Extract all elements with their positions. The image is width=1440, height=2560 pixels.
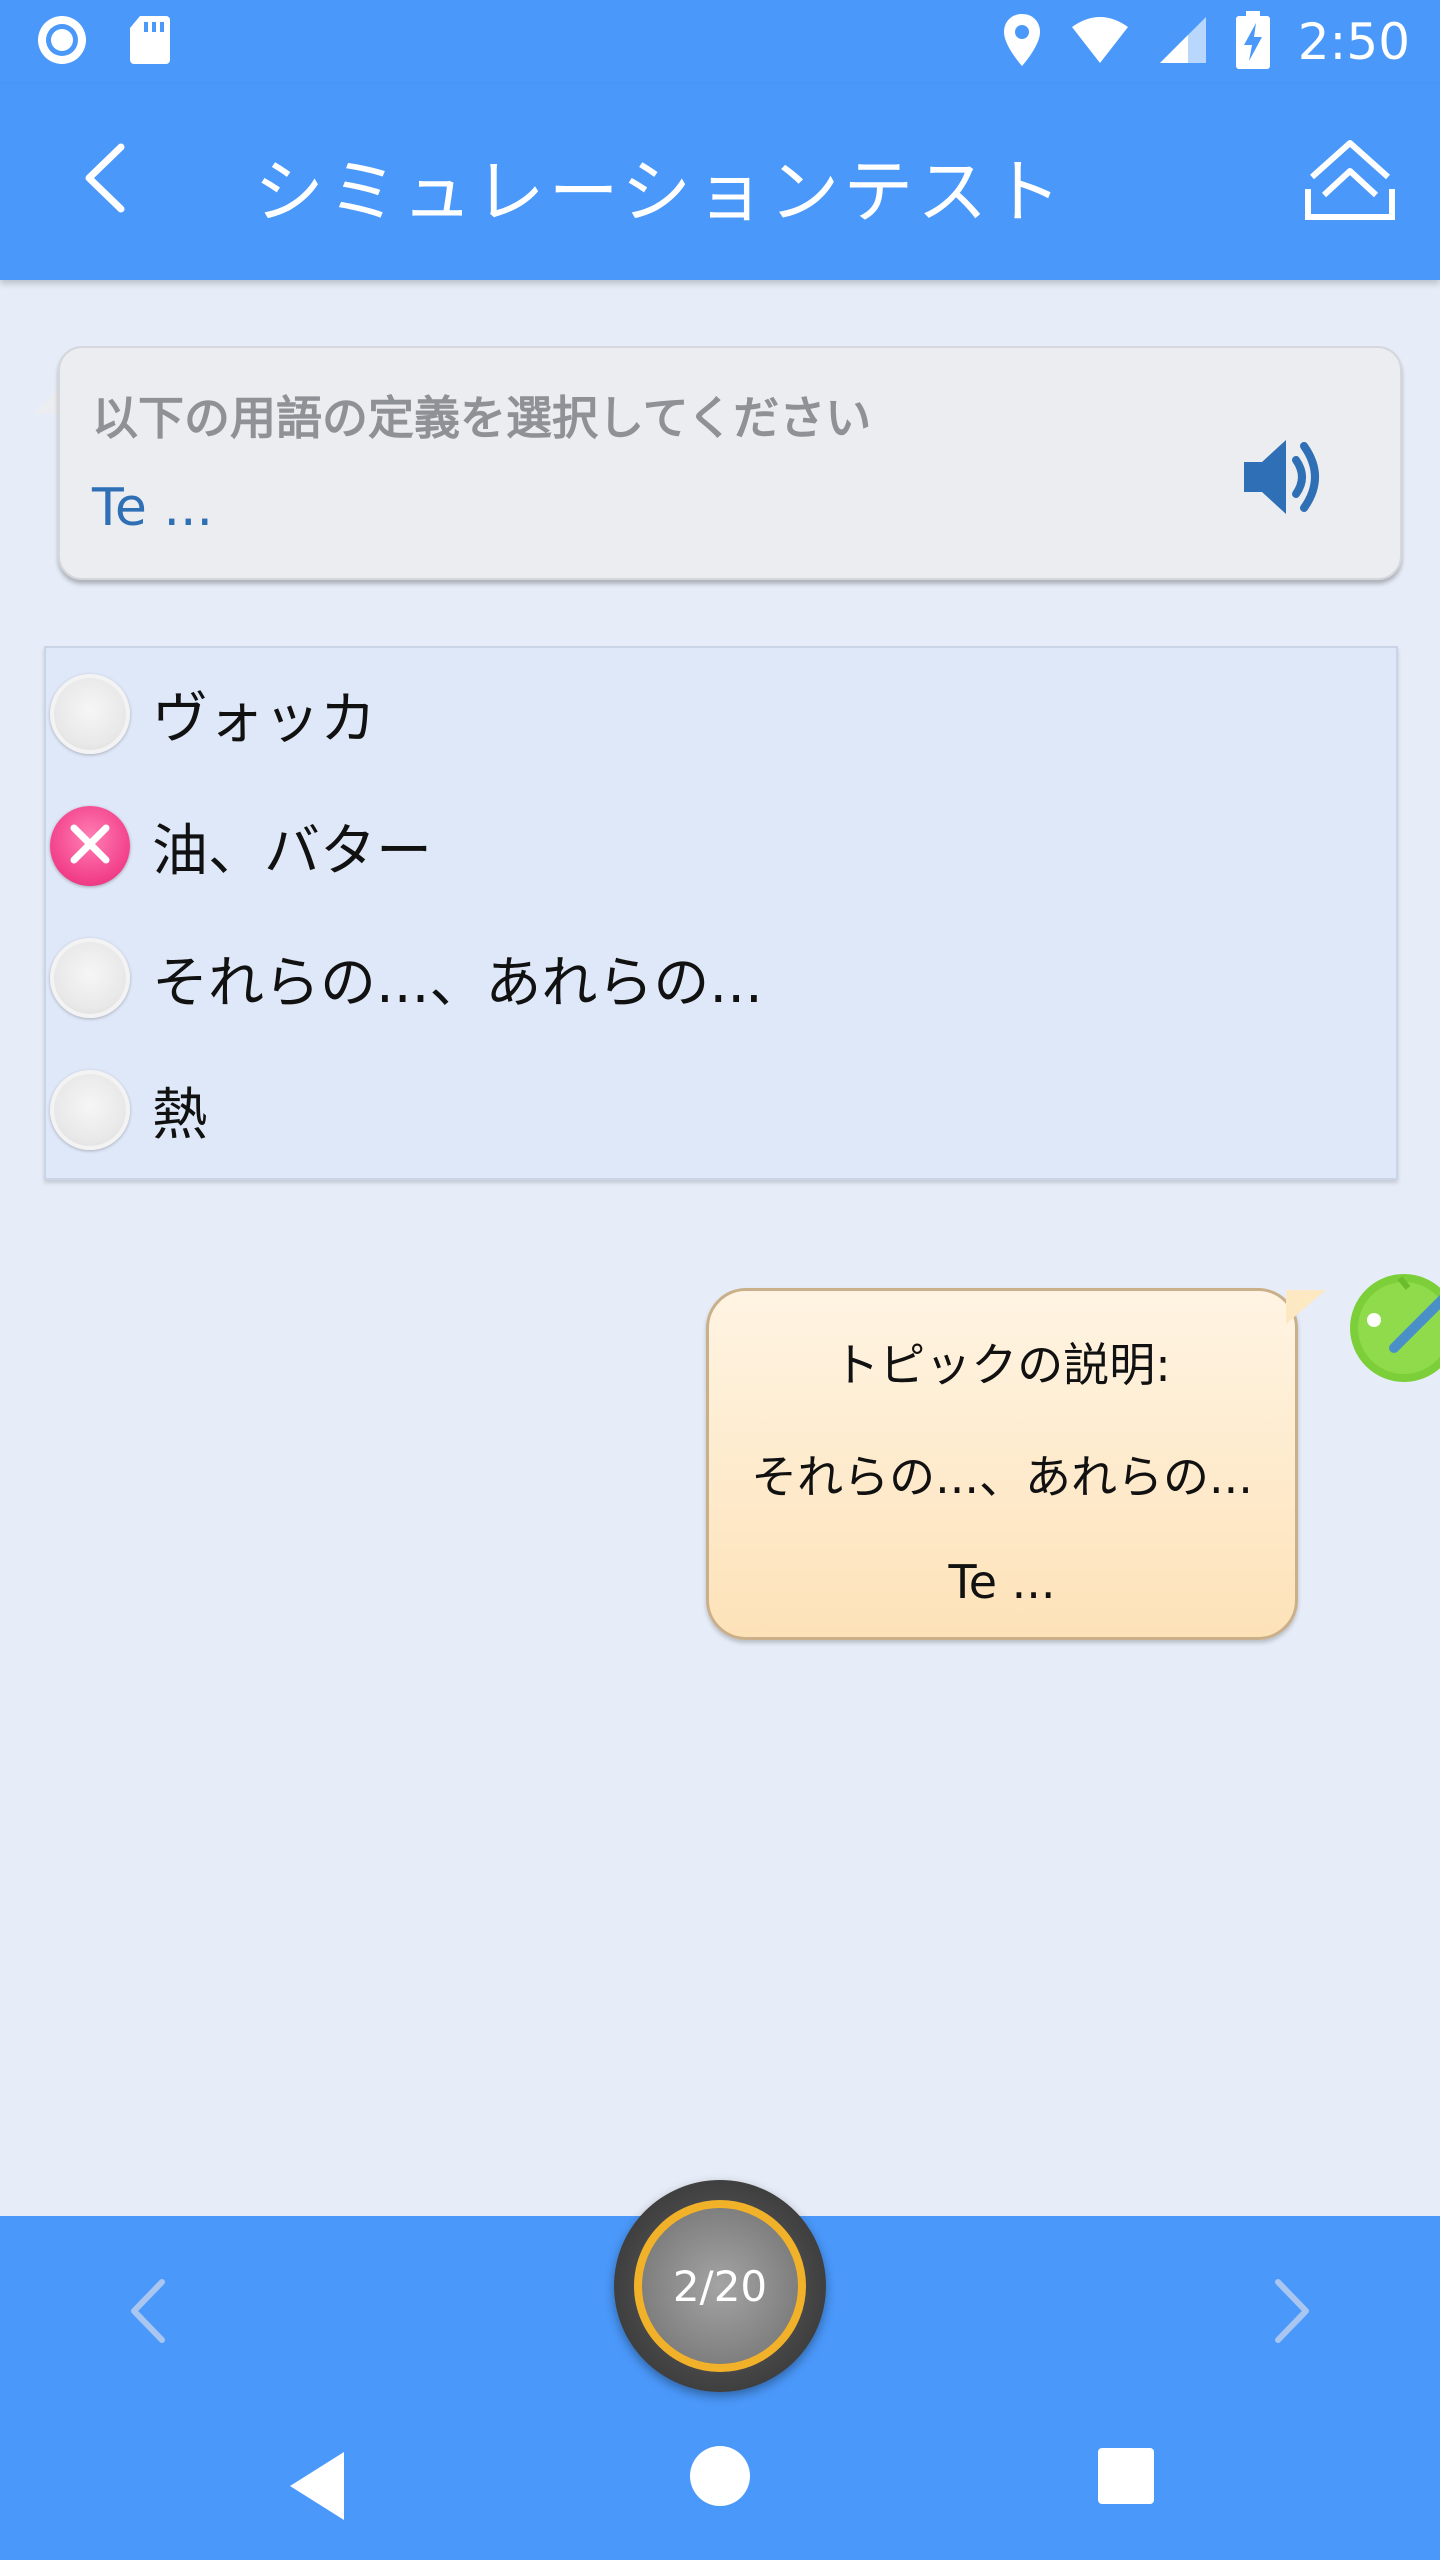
progress-indicator[interactable]: 2/20 — [634, 2200, 806, 2372]
page-title: シミュレーションテスト — [254, 151, 1066, 233]
back-button[interactable] — [66, 140, 146, 220]
explanation-definition: それらの...、あれらの... — [751, 1450, 1253, 1504]
radio-button[interactable] — [50, 1070, 130, 1150]
status-bar: 2:50 — [0, 0, 1440, 84]
signal-icon — [1158, 15, 1208, 69]
option-item[interactable]: それらの...、あれらの... — [46, 912, 1396, 1044]
battery-charging-icon — [1235, 11, 1270, 73]
option-item[interactable]: 熱 — [46, 1044, 1396, 1176]
wifi-icon — [1070, 15, 1130, 69]
chevron-left-icon — [81, 143, 131, 217]
system-back-button[interactable] — [284, 2446, 354, 2526]
mascot-avatar — [1344, 1258, 1440, 1398]
wrong-answer-radio[interactable] — [50, 806, 130, 886]
option-item[interactable]: ヴォッカ — [46, 648, 1396, 780]
system-recents-button[interactable] — [1098, 2448, 1154, 2504]
question-term: Te ... — [92, 478, 214, 538]
radio-button[interactable] — [50, 674, 130, 754]
app-bar: シミュレーションテスト — [0, 84, 1440, 280]
chevron-left-icon — [110, 2279, 190, 2360]
question-prompt: 以下の用語の定義を選択してください — [92, 391, 872, 445]
option-label: 油、バター — [152, 818, 432, 884]
triangle-back-icon — [284, 2452, 354, 2530]
option-label: それらの...、あれらの... — [152, 950, 763, 1016]
scroll-to-top-icon — [1304, 137, 1396, 227]
option-label: ヴォッカ — [152, 686, 376, 752]
chevron-right-icon — [1250, 2279, 1330, 2360]
previous-question-button[interactable] — [110, 2266, 190, 2356]
answer-options: ヴォッカ 油、バター それらの...、あれらの... 熱 — [44, 646, 1398, 1180]
explanation-bubble-tail — [1286, 1290, 1326, 1324]
progress-counter: 2/20 — [672, 2261, 768, 2311]
speaker-icon — [1238, 440, 1328, 526]
clock: 2:50 — [1297, 13, 1410, 71]
radio-button[interactable] — [50, 938, 130, 1018]
scroll-to-top-button[interactable] — [1300, 132, 1400, 232]
explanation-term: Te ... — [948, 1555, 1056, 1609]
explanation-bubble: トピックの説明: それらの...、あれらの... Te ... — [706, 1288, 1298, 1640]
record-icon — [36, 14, 88, 70]
option-label: 熱 — [152, 1082, 208, 1148]
sd-card-icon — [128, 14, 172, 70]
play-audio-button[interactable] — [1238, 432, 1328, 522]
system-home-button[interactable] — [690, 2446, 750, 2506]
question-bubble: 以下の用語の定義を選択してください Te ... — [58, 346, 1402, 580]
close-icon — [68, 822, 112, 870]
option-item[interactable]: 油、バター — [46, 780, 1396, 912]
location-icon — [1002, 12, 1042, 72]
explanation-heading: トピックの説明: — [833, 1338, 1171, 1392]
next-question-button[interactable] — [1250, 2266, 1330, 2356]
